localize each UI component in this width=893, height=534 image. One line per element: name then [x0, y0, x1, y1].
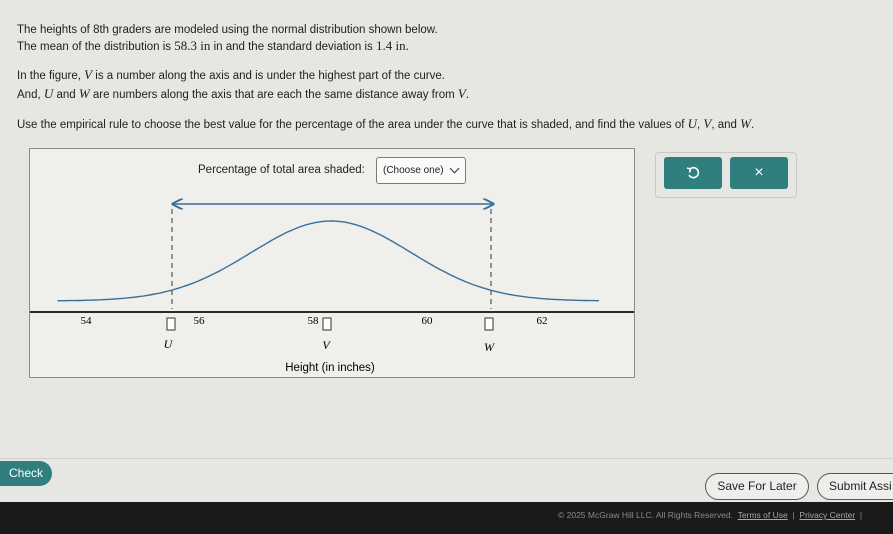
footer-separator: |: [859, 510, 863, 520]
prompt-line-3: In the figure, V is a number along the a…: [17, 67, 445, 83]
normal-curve: [57, 220, 599, 302]
w-answer-box[interactable]: [484, 317, 494, 331]
tick-label-58: 58: [308, 315, 320, 327]
sd-value: 1.4: [375, 38, 393, 53]
prompt-text: The heights of 8th graders are modeled u…: [17, 24, 438, 36]
v-answer-box[interactable]: [322, 317, 332, 331]
submit-assignment-button[interactable]: Submit Assi: [817, 473, 893, 500]
x-axis-label: Height (in inches): [285, 362, 375, 374]
prompt-line-1: The heights of 8th graders are modeled u…: [17, 24, 438, 36]
unit-in-2: in.: [392, 38, 409, 53]
u-answer-box[interactable]: [166, 317, 176, 331]
var-v: V: [84, 67, 93, 82]
var-w: W: [740, 116, 751, 131]
var-w: W: [78, 86, 90, 101]
prompt-text: Use the empirical rule to choose the bes…: [17, 119, 688, 131]
w-label: W: [484, 340, 495, 354]
prompt-text: are numbers along the axis that are each…: [89, 89, 458, 101]
privacy-center-link[interactable]: Privacy Center: [799, 510, 855, 520]
prompt-text: The mean of the distribution is: [17, 41, 175, 53]
footer: © 2025 McGraw Hill LLC. All Rights Reser…: [0, 502, 893, 534]
prompt-text: And,: [17, 89, 44, 101]
v-label: V: [322, 338, 331, 352]
var-v: V: [457, 86, 466, 101]
mean-value: 58.3: [174, 38, 197, 53]
prompt-line-4: And, U and W are numbers along the axis …: [17, 86, 469, 102]
bottom-divider: [0, 458, 893, 459]
undo-icon: [686, 166, 700, 179]
prompt-line-5: Use the empirical rule to choose the bes…: [17, 116, 754, 132]
close-icon: ×: [754, 164, 764, 181]
prompt-text: In the figure,: [17, 70, 85, 82]
prompt-line-2: The mean of the distribution is 58.3 in …: [17, 38, 409, 54]
unit-in-1: in: [197, 38, 210, 53]
prompt-text: .: [465, 89, 470, 101]
unit-text: in: [200, 38, 211, 53]
figure-panel: Percentage of total area shaded: (Choose…: [29, 148, 635, 378]
prompt-text: .: [750, 119, 755, 131]
var-u: U: [687, 116, 698, 131]
prompt-text: in and the standard deviation is: [210, 41, 376, 53]
clear-button[interactable]: ×: [730, 157, 788, 189]
copyright: © 2025 McGraw Hill LLC. All Rights Reser…: [558, 510, 733, 520]
prompt-text: and: [53, 89, 79, 101]
prompt-text: is a number along the axis and is under …: [92, 70, 445, 82]
tick-label-54: 54: [81, 315, 93, 327]
tick-label-56: 56: [194, 315, 206, 327]
footer-text: © 2025 McGraw Hill LLC. All Rights Reser…: [558, 510, 862, 520]
undo-button[interactable]: [664, 157, 722, 189]
check-button[interactable]: Check: [0, 461, 52, 486]
tick-label-60: 60: [422, 315, 434, 327]
u-label: U: [164, 337, 174, 351]
var-u: U: [43, 86, 54, 101]
terms-of-use-link[interactable]: Terms of Use: [738, 510, 788, 520]
save-for-later-button[interactable]: Save For Later: [705, 473, 809, 500]
normal-curve-figure: 54 56 58 60 62 U V W Height (in inches): [30, 149, 634, 374]
prompt-text: , and: [711, 119, 741, 131]
footer-separator: |: [792, 510, 795, 520]
tick-label-62: 62: [537, 315, 548, 327]
